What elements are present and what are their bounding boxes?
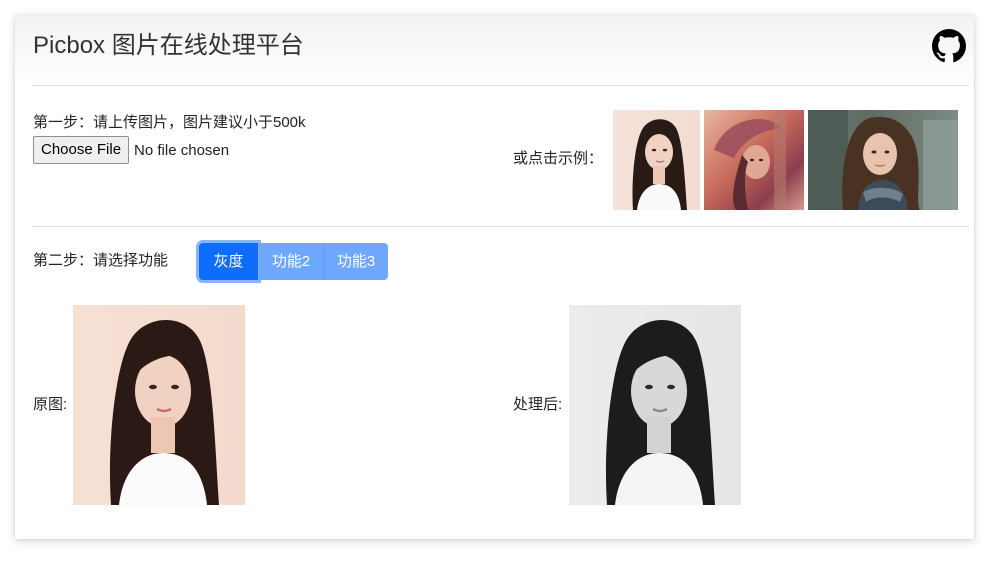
divider bbox=[33, 226, 969, 227]
step1-label: 第一步：请上传图片，图片建议小于500k bbox=[33, 114, 306, 131]
function-button-group: 灰度 功能2 功能3 bbox=[199, 243, 388, 280]
step2-label: 第二步：请选择功能 bbox=[33, 252, 169, 269]
choose-file-button[interactable]: Choose File bbox=[33, 136, 130, 164]
example-image-3[interactable] bbox=[808, 110, 958, 210]
original-image-label: 原图: bbox=[33, 396, 68, 413]
original-image bbox=[73, 305, 245, 505]
file-status-text: No file chosen bbox=[134, 141, 230, 159]
function-grayscale-button[interactable]: 灰度 bbox=[199, 243, 258, 280]
examples-label: 或点击示例： bbox=[513, 150, 604, 167]
file-upload[interactable]: Choose File No file chosen bbox=[33, 135, 229, 165]
github-icon[interactable] bbox=[932, 29, 966, 63]
function-2-button[interactable]: 功能2 bbox=[258, 243, 323, 280]
processed-image-label: 处理后: bbox=[513, 396, 563, 413]
function-3-button[interactable]: 功能3 bbox=[323, 243, 388, 280]
processed-image bbox=[569, 305, 741, 505]
card-header: Picbox 图片在线处理平台 bbox=[15, 15, 974, 85]
page-title: Picbox 图片在线处理平台 bbox=[33, 32, 304, 59]
example-image-1[interactable] bbox=[613, 110, 700, 210]
main-card: Picbox 图片在线处理平台 第一步：请上传图片，图片建议小于500k Cho… bbox=[15, 15, 974, 539]
example-image-2[interactable] bbox=[704, 110, 804, 210]
divider bbox=[33, 85, 969, 86]
